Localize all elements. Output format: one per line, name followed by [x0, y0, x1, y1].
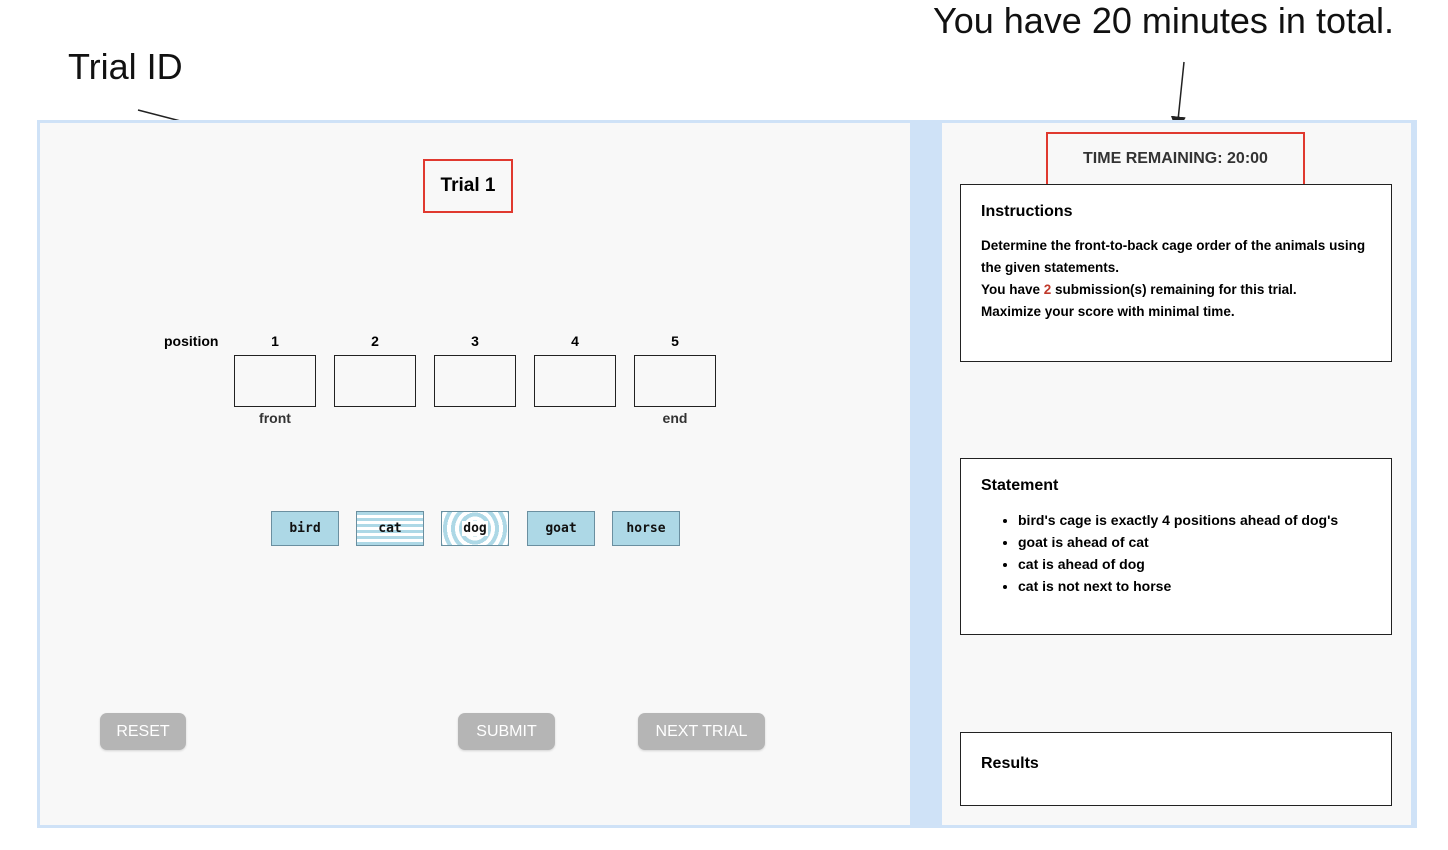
instructions-card: Instructions Determine the front-to-back…	[960, 184, 1392, 362]
position-number-3: 3	[471, 333, 479, 349]
end-label: end	[662, 410, 688, 426]
statement-item: bird's cage is exactly 4 positions ahead…	[1018, 509, 1371, 531]
statement-item: cat is not next to horse	[1018, 575, 1371, 597]
reset-button[interactable]: RESET	[100, 713, 186, 750]
time-remaining: TIME REMAINING: 20:00	[1046, 132, 1305, 186]
animal-tile-dog[interactable]: dog	[441, 511, 509, 546]
statement-item: goat is ahead of cat	[1018, 531, 1371, 553]
position-number-1: 1	[271, 333, 279, 349]
trial-title: Trial 1	[423, 159, 513, 213]
instructions-line-1: Determine the front-to-back cage order o…	[981, 238, 1366, 275]
next-trial-button[interactable]: NEXT TRIAL	[638, 713, 765, 750]
statement-heading: Statement	[981, 477, 1059, 494]
position-number-2: 2	[371, 333, 379, 349]
position-row-label: position	[164, 333, 219, 349]
results-card: Results	[960, 732, 1392, 806]
statement-item: cat is ahead of dog	[1018, 553, 1371, 575]
position-number-4: 4	[571, 333, 579, 349]
cage-slot-4[interactable]	[534, 355, 616, 407]
cage-slot-5[interactable]	[634, 355, 716, 407]
position-number-5: 5	[671, 333, 679, 349]
animal-tile-horse[interactable]: horse	[612, 511, 680, 546]
cage-slot-1[interactable]	[234, 355, 316, 407]
cage-slot-2[interactable]	[334, 355, 416, 407]
front-label: front	[259, 410, 291, 426]
animal-tile-cat[interactable]: cat	[356, 511, 424, 546]
submit-button[interactable]: SUBMIT	[458, 713, 555, 750]
animal-label: cat	[378, 521, 402, 536]
animal-tile-goat[interactable]: goat	[527, 511, 595, 546]
instructions-line-3: Maximize your score with minimal time.	[981, 304, 1235, 319]
animal-tile-bird[interactable]: bird	[271, 511, 339, 546]
animal-label: bird	[289, 521, 321, 536]
results-heading: Results	[981, 755, 1039, 772]
statement-card: Statement bird's cage is exactly 4 posit…	[960, 458, 1392, 635]
animal-label: goat	[545, 521, 577, 536]
time-note-annotation: You have 20 minutes in total.	[933, 0, 1394, 41]
instructions-text: Determine the front-to-back cage order o…	[981, 235, 1371, 323]
trial-id-annotation: Trial ID	[68, 46, 183, 87]
instructions-heading: Instructions	[981, 203, 1073, 220]
cage-slot-3[interactable]	[434, 355, 516, 407]
animal-label: horse	[626, 521, 666, 536]
instructions-line-2: You have 2 submission(s) remaining for t…	[981, 282, 1297, 297]
statement-list: bird's cage is exactly 4 positions ahead…	[981, 509, 1371, 597]
animal-label: dog	[462, 521, 488, 536]
